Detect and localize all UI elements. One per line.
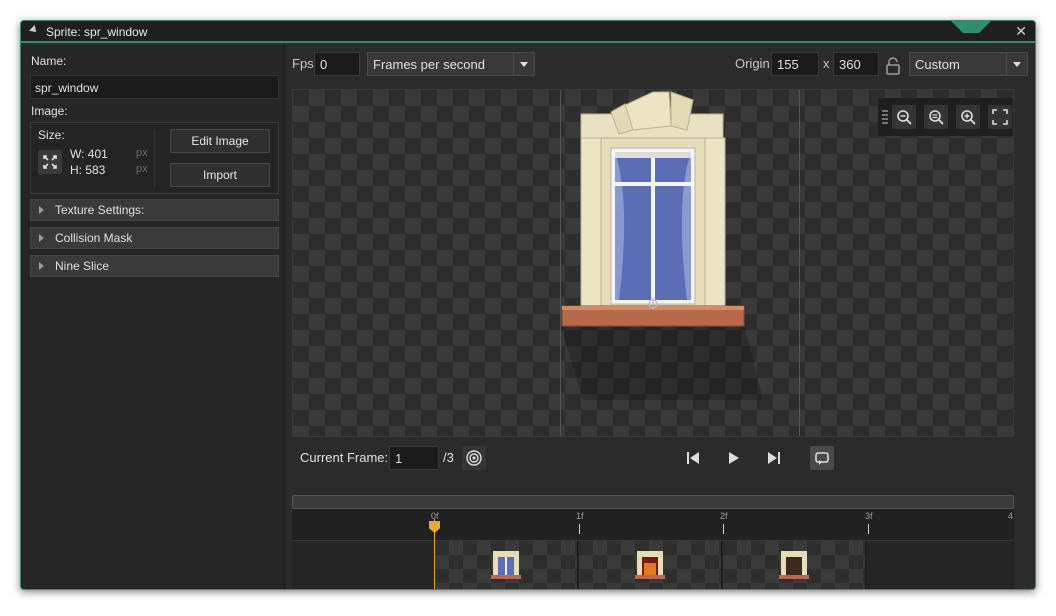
width-value: W: 401 (70, 147, 108, 161)
image-label: Image: (31, 104, 68, 118)
onion-skin-icon[interactable] (462, 446, 486, 470)
zoom-in-icon[interactable] (956, 105, 980, 129)
name-label: Name: (31, 54, 67, 68)
chevron-down-icon (513, 53, 534, 75)
tick-mark (579, 524, 580, 534)
frame-total: /3 (443, 450, 454, 465)
import-button[interactable]: Import (170, 163, 270, 187)
window-title: Sprite: spr_window (46, 25, 148, 39)
origin-mode-select[interactable]: Custom (909, 52, 1028, 76)
zoom-out-icon[interactable] (892, 105, 916, 129)
frame-strip (292, 541, 1014, 589)
current-frame-label: Current Frame: (300, 450, 389, 465)
section-label: Nine Slice (55, 259, 110, 273)
width-unit: px (136, 147, 148, 159)
origin-label: Origin (735, 56, 770, 71)
frame-thumbnail[interactable] (579, 541, 722, 589)
drag-handle-icon[interactable] (882, 110, 888, 124)
origin-y-input[interactable]: 360 (833, 52, 879, 76)
height-unit: px (136, 163, 148, 175)
tick-mark (868, 524, 869, 534)
frame-thumbnail[interactable] (435, 541, 578, 589)
title-bar[interactable]: Sprite: spr_window ✕ (21, 21, 1035, 43)
skip-to-end-icon[interactable] (762, 446, 786, 470)
chevron-right-icon (39, 206, 44, 214)
frame-thumbnail[interactable] (723, 541, 866, 589)
zoom-toolbar (878, 98, 1013, 136)
properties-panel: Name: spr_window Image: Size: W: 401 H: … (21, 45, 285, 589)
fps-mode-select[interactable]: Frames per second (367, 52, 535, 76)
nine-slice-section[interactable]: Nine Slice (30, 255, 279, 277)
window-sprite (561, 91, 763, 400)
tick-label: 2f (720, 511, 728, 521)
texture-settings-section[interactable]: Texture Settings: (30, 199, 279, 221)
fit-to-screen-icon[interactable] (988, 105, 1012, 129)
name-input[interactable]: spr_window (30, 75, 279, 99)
origin-separator: x (823, 56, 830, 71)
sprite-view-panel: Fps 0 Frames per second Origin 155 x 360… (286, 45, 1035, 589)
tick-label: 1f (576, 511, 584, 521)
size-label: Size: (38, 128, 65, 142)
tick-mark (723, 524, 724, 534)
expand-icon[interactable] (38, 150, 62, 174)
play-icon[interactable] (721, 446, 745, 470)
skip-to-start-icon[interactable] (681, 446, 705, 470)
loop-icon[interactable] (810, 446, 834, 470)
tick-label: 4 (1008, 511, 1014, 521)
fps-input[interactable]: 0 (314, 52, 360, 76)
close-icon[interactable]: ✕ (1015, 23, 1027, 40)
fps-mode-value: Frames per second (373, 57, 485, 72)
zoom-reset-icon[interactable] (924, 105, 948, 129)
playback-row: Current Frame: 1 /3 (292, 443, 1014, 473)
divider (154, 129, 155, 187)
height-value: H: 583 (70, 163, 106, 177)
origin-x-input[interactable]: 155 (771, 52, 819, 76)
chevron-right-icon (39, 234, 44, 242)
collapse-icon[interactable] (29, 25, 39, 35)
timeline-ruler: 0f 1f 2f 3f 4 (292, 509, 1014, 541)
sprite-canvas[interactable] (292, 89, 1014, 437)
collision-mask-section[interactable]: Collision Mask (30, 227, 279, 249)
chevron-down-icon (1006, 53, 1027, 75)
edit-image-button[interactable]: Edit Image (170, 129, 270, 153)
chevron-right-icon (39, 262, 44, 270)
current-frame-input[interactable]: 1 (389, 446, 439, 470)
timeline-scrollbar[interactable] (292, 495, 1014, 509)
image-panel: Size: W: 401 H: 583 px px Edit Image Imp… (30, 122, 279, 194)
dock-notch (951, 21, 991, 33)
tick-label: 3f (865, 511, 873, 521)
sprite-editor-window: Sprite: spr_window ✕ Name: spr_window Im… (20, 20, 1036, 590)
unlock-icon[interactable] (884, 56, 902, 76)
section-label: Texture Settings: (55, 203, 145, 217)
section-label: Collision Mask (55, 231, 133, 245)
origin-mode-value: Custom (915, 57, 960, 72)
fps-label: Fps (292, 56, 314, 71)
